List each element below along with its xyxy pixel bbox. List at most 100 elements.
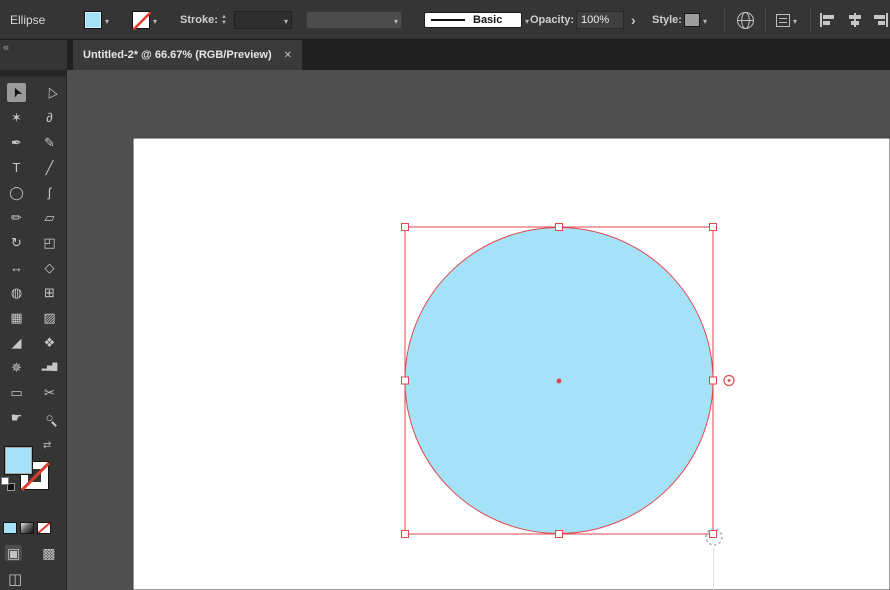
align-horizontal-right-button[interactable] [872,0,890,40]
fill-color-swatch[interactable] [84,0,109,40]
handle-top-center[interactable] [555,223,563,231]
free-transform-tool[interactable]: ◇ [33,255,66,280]
pencil-icon: ✏ [11,210,22,225]
fill-stroke-indicator [0,446,66,512]
magic-wand-icon: ✶ [11,110,22,125]
fill-swatch-icon[interactable] [84,11,102,29]
opacity-field-wrap [576,0,624,40]
free-transform-icon: ◇ [44,260,55,275]
swap-fill-stroke-icon[interactable] [43,440,51,451]
chevron-down-icon[interactable] [153,11,157,29]
selected-object-label: Ellipse [10,13,46,27]
align-horizontal-left-button[interactable] [818,0,836,40]
chevron-down-icon[interactable] [525,11,529,29]
selection-tool[interactable]: ➤ [0,80,33,105]
ellipse-icon: ◯ [9,185,24,200]
stroke-label: Stroke: [180,14,218,26]
eraser-tool[interactable]: ▱ [33,205,66,230]
brush-definition-combo[interactable]: Basic [424,0,529,40]
zoom-icon: ○ [45,410,54,425]
color-mode-button[interactable] [3,522,17,534]
graphic-style-combo[interactable] [684,0,707,40]
column-graph-tool[interactable]: ▂▅█ [33,355,66,380]
chevron-down-icon[interactable] [394,11,398,29]
chevron-down-icon[interactable] [105,11,109,29]
recolor-artwork-button[interactable] [736,0,755,40]
style-label: Style: [652,14,682,26]
lasso-icon: ∂ [46,110,53,125]
center-point[interactable] [556,378,562,384]
pen-tool[interactable]: ✒ [0,130,33,155]
stroke-color-swatch[interactable] [132,0,157,40]
collapse-panel-button[interactable]: « [3,42,9,54]
opacity-more-button[interactable]: › [631,0,636,40]
document-options-button[interactable] [776,0,797,40]
ellipse-tool[interactable]: ◯ [0,180,33,205]
pen-icon: ✒ [11,135,22,150]
pencil-tool[interactable]: ✏ [0,205,33,230]
document-title[interactable]: Untitled-2* @ 66.67% (RGB/Preview) [83,49,272,61]
none-mode-button[interactable] [37,522,51,534]
paintbrush-tool[interactable]: ʃ [33,180,66,205]
eyedropper-tool[interactable]: ◢ [0,330,33,355]
symbol-sprayer-tool[interactable]: ✵ [0,355,33,380]
handle-bottom-left[interactable] [401,530,409,538]
fill-indicator-swatch[interactable] [4,446,33,475]
draw-behind-icon[interactable] [40,545,57,561]
handle-top-right[interactable] [709,223,717,231]
handle-bottom-center[interactable] [555,530,563,538]
hand-icon: ☛ [10,410,23,425]
opacity-label: Opacity: [530,14,575,26]
slice-tool[interactable]: ✂ [33,380,66,405]
line-segment-icon: ╱ [45,160,54,175]
stroke-weight-stepper[interactable]: ▲ ▼ [221,0,227,40]
handle-middle-left[interactable] [401,376,409,385]
document-tab[interactable]: Untitled-2* @ 66.67% (RGB/Preview) ✕ [73,40,303,70]
hand-tool[interactable]: ☛ [0,405,33,430]
handle-middle-right[interactable] [709,376,717,385]
align-horizontal-center-button[interactable] [846,0,864,40]
gradient-icon: ▨ [43,310,56,325]
blend-tool[interactable]: ❖ [33,330,66,355]
curvature-tool[interactable]: ✎ [33,130,66,155]
direct-selection-tool[interactable]: ▷ [33,80,66,105]
opacity-input[interactable] [576,11,624,29]
artboard-tool[interactable]: ▭ [0,380,33,405]
stroke-weight-dropdown[interactable] [234,11,292,29]
zoom-tool[interactable]: ○ [33,405,66,430]
control-bar: Ellipse Stroke: ▲▼ [0,0,890,40]
stroke-none-swatch-icon[interactable] [132,11,151,30]
handle-bottom-right[interactable] [709,530,717,538]
rotate-tool[interactable]: ↻ [0,230,33,255]
shape-builder-icon: ◍ [10,285,23,300]
chevron-down-icon[interactable] [793,11,797,29]
gradient-tool[interactable]: ▨ [33,305,66,330]
tools-panel-grip[interactable] [0,70,66,77]
width-tool[interactable]: ↔ [0,255,33,280]
screen-mode-icon[interactable] [8,572,26,587]
mesh-tool[interactable]: ▦ [0,305,33,330]
magic-wand-tool[interactable]: ✶ [0,105,33,130]
brush-preview[interactable]: Basic [424,12,522,28]
line-segment-tool[interactable]: ╱ [33,155,66,180]
scale-tool[interactable]: ◰ [33,230,66,255]
stroke-weight-combo[interactable] [234,0,292,40]
width-profile-combo[interactable] [306,0,402,40]
stepper-arrows-icon[interactable]: ▲ ▼ [221,14,227,26]
canvas-area[interactable] [67,70,890,590]
default-fill-stroke-button[interactable] [1,477,19,493]
type-tool[interactable]: T [0,155,33,180]
draw-normal-icon[interactable] [5,545,23,561]
width-profile-dropdown[interactable] [306,11,402,29]
chevron-down-icon[interactable] [703,11,707,29]
drawing-mode-buttons [5,545,66,561]
gradient-mode-button[interactable] [20,522,34,534]
lasso-tool[interactable]: ∂ [33,105,66,130]
close-icon[interactable]: ✕ [284,50,292,61]
shape-builder-tool[interactable]: ◍ [0,280,33,305]
color-wheel-icon [737,11,754,29]
style-swatch-icon[interactable] [684,13,700,27]
handle-top-left[interactable] [401,223,409,231]
chevron-down-icon[interactable] [284,11,288,29]
perspective-grid-tool[interactable]: ⊞ [33,280,66,305]
